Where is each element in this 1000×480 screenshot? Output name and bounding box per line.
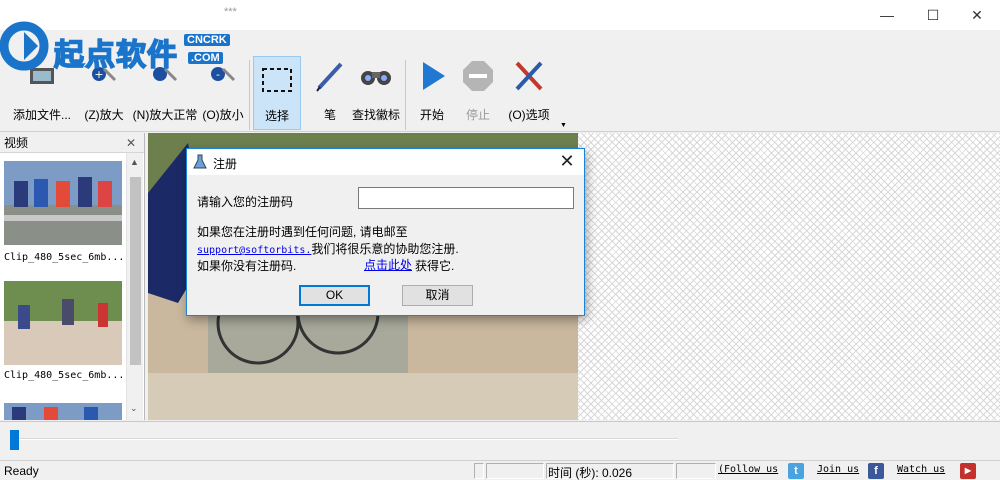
support-email-link[interactable]: support@softorbits. [197, 245, 311, 256]
facebook-icon[interactable]: f [868, 463, 884, 479]
watch-us-link[interactable]: Watch us [897, 464, 945, 475]
video-thumbnail-label: Clip_480_5sec_6mb... [4, 370, 124, 381]
maximize-button[interactable]: ☐ [910, 0, 956, 30]
tools-icon [515, 61, 543, 91]
no-code-text: 如果你没有注册码. [197, 259, 297, 273]
toolbar-separator [405, 60, 406, 130]
minimize-button[interactable]: — [864, 0, 910, 30]
registration-dialog: 注册 ✕ 请输入您的注册码 如果您在注册时遇到任何问题, 请电邮至 suppor… [186, 148, 585, 316]
status-cell [486, 463, 544, 479]
options-button[interactable]: (O)选项 [504, 50, 554, 130]
panel-close-button[interactable]: ✕ [126, 133, 136, 153]
close-window-button[interactable]: ✕ [954, 0, 1000, 30]
select-rectangle-icon [262, 68, 292, 92]
zoom-out-label: (O)放小 [202, 108, 244, 122]
play-icon [423, 62, 445, 90]
bmx-track-thumbnail-icon [4, 281, 122, 365]
logo-text: 起点软件 [53, 37, 178, 74]
help-text-line2: support@softorbits.我们将很乐意的协助您注册. [197, 240, 459, 257]
pen-label: 笔 [323, 108, 336, 122]
pen-icon [316, 62, 343, 92]
scroll-down-icon[interactable]: ⌄ [130, 403, 138, 414]
panel-header: 视频 ✕ [0, 133, 144, 153]
status-bar: Ready 时间 (秒): 0.026 ( Follow us t Join u… [0, 460, 1000, 480]
click-here-link[interactable]: 点击此处 [364, 256, 412, 273]
twitter-icon[interactable]: t [788, 463, 804, 479]
bmx-riders-thumbnail-icon [4, 161, 122, 245]
binoculars-icon [361, 71, 391, 85]
registration-code-input[interactable] [358, 187, 574, 209]
select-button[interactable]: 选择 [253, 56, 301, 130]
bmx-partial-thumbnail-icon [4, 403, 122, 420]
start-button[interactable]: 开始 [410, 50, 454, 130]
stop-label: 停止 [465, 108, 490, 122]
status-ready-text: Ready [4, 464, 39, 478]
panel-title: 视频 [4, 136, 29, 150]
video-thumbnail-label: Clip_480_5sec_6mb... [4, 252, 124, 263]
select-label: 选择 [264, 109, 289, 123]
dialog-close-button[interactable]: ✕ [556, 151, 578, 172]
app-flask-icon [193, 154, 207, 169]
stop-button[interactable]: 停止 [456, 50, 500, 130]
registration-code-label: 请输入您的注册码 [197, 195, 294, 209]
logo-badge-com: .COM [188, 52, 223, 64]
pen-button[interactable]: 笔 [308, 50, 352, 130]
zoom-in-label: (Z)放大 [84, 108, 124, 122]
add-file-label: 添加文件... [12, 108, 71, 122]
options-label: (O)选项 [508, 108, 550, 122]
toolbar-dropdown-icon[interactable]: ▼ [560, 122, 567, 129]
video-thumbnail[interactable] [4, 281, 122, 365]
video-list-panel: 视频 ✕ Clip_480_5sec_6mb... Clip_480_5sec_… [0, 133, 145, 420]
youtube-icon[interactable]: ▶ [960, 463, 976, 479]
toolbar-separator [249, 60, 250, 130]
get-it-text: 获得它. [415, 259, 455, 273]
ok-button[interactable]: OK [299, 285, 370, 306]
scroll-up-icon[interactable]: ▲ [130, 157, 139, 167]
dialog-title: 注册 [213, 157, 238, 171]
help-text-line2-rest: 我们将很乐意的协助您注册. [311, 242, 459, 256]
transparent-canvas-area[interactable] [578, 133, 1000, 420]
video-thumbnail[interactable] [4, 161, 122, 245]
join-us-link[interactable]: Join us [817, 464, 859, 475]
logo-emblem-icon [0, 21, 49, 71]
logo-badge-cncrk: CNCRK [184, 34, 230, 46]
zoom-normal-label: (N)放大正常 [132, 108, 198, 122]
help-text-line1: 如果您在注册时遇到任何问题, 请电邮至 [197, 225, 408, 239]
stop-icon [463, 61, 493, 91]
start-label: 开始 [419, 108, 444, 122]
timeline-track[interactable] [12, 438, 678, 440]
find-logo-label: 查找徽标 [351, 108, 400, 122]
panel-scrollbar[interactable]: ▲ ⌄ [126, 153, 143, 420]
follow-us-link[interactable]: Follow us [724, 464, 778, 475]
timeline-slider-handle[interactable] [10, 430, 19, 450]
find-logo-button[interactable]: 查找徽标 [350, 50, 402, 130]
dialog-title-bar: 注册 ✕ [187, 149, 584, 175]
status-cell [676, 463, 716, 479]
site-logo: 起点软件 CNCRK .COM [0, 0, 232, 84]
status-cell [474, 463, 484, 479]
cancel-button[interactable]: 取消 [402, 285, 473, 306]
video-thumbnail[interactable] [4, 403, 122, 420]
scrollbar-thumb[interactable] [130, 177, 141, 365]
status-time: 时间 (秒): 0.026 [548, 466, 633, 480]
timeline-bar [0, 421, 1000, 459]
